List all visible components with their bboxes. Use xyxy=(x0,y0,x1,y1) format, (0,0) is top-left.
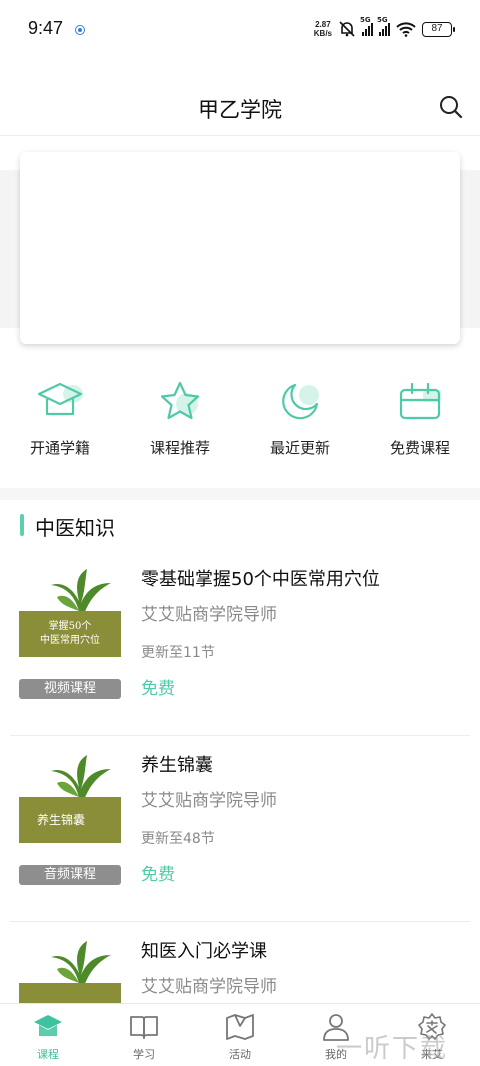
quick-entry-label: 开通学籍 xyxy=(29,439,90,457)
course-title: 知医入门必学课 xyxy=(141,941,267,962)
section-accent-bar xyxy=(20,514,24,536)
moon-icon xyxy=(282,383,319,420)
graduation-cap-icon xyxy=(37,382,83,416)
nav-label: 活动 xyxy=(229,1048,251,1061)
status-indicators: 2.87 KB/s 5G 5G 87 xyxy=(314,16,455,40)
section-separator xyxy=(0,488,480,500)
course-thumbnail xyxy=(19,939,121,1003)
signal-1-tag: 5G xyxy=(360,16,371,24)
signal-2-icon: 5G xyxy=(377,16,390,36)
section-title: 中医知识 xyxy=(35,516,115,540)
quick-entry-recommend[interactable]: 课程推荐 xyxy=(120,378,240,474)
map-icon xyxy=(226,1014,254,1040)
mute-bell-icon xyxy=(339,21,355,37)
network-speed-value: 2.87 xyxy=(315,20,331,29)
course-author: 艾艾贴商学院导师 xyxy=(141,791,277,811)
course-price: 免费 xyxy=(141,679,175,699)
nav-item-courses[interactable]: 课程 xyxy=(0,1004,96,1066)
course-update-status: 更新至11节 xyxy=(141,645,215,661)
signal-2-tag: 5G xyxy=(377,16,388,24)
course-author: 艾艾贴商学院导师 xyxy=(141,977,277,997)
course-title: 养生锦囊 xyxy=(141,755,213,776)
course-update-status: 更新至48节 xyxy=(141,831,215,847)
thumbnail-caption-line: 养生锦囊 xyxy=(37,813,86,827)
quick-entry-label: 免费课程 xyxy=(389,439,450,457)
course-price: 免费 xyxy=(141,865,175,885)
quick-entry-recent[interactable]: 最近更新 xyxy=(240,378,360,474)
course-author: 艾艾贴商学院导师 xyxy=(141,605,277,625)
course-title: 零基础掌握50个中医常用穴位 xyxy=(141,569,380,590)
thumbnail-caption: 养生锦囊 xyxy=(19,797,121,843)
course-card[interactable]: 掌握50个 中医常用穴位 视频课程 零基础掌握50个中医常用穴位 艾艾贴商学院导… xyxy=(0,551,480,736)
course-type-badge: 音频课程 xyxy=(19,865,121,885)
network-speed: 2.87 KB/s xyxy=(314,20,332,38)
divider xyxy=(10,735,470,736)
calendar-icon xyxy=(399,382,441,420)
battery-indicator: 87 xyxy=(422,21,455,37)
wifi-icon xyxy=(396,22,416,37)
quick-entry-free[interactable]: 免费课程 xyxy=(360,378,480,474)
watermark-text: 一听下载 xyxy=(336,1034,449,1064)
book-icon xyxy=(130,1016,158,1039)
nav-item-study[interactable]: 学习 xyxy=(96,1004,192,1066)
star-icon xyxy=(160,381,200,420)
app-header: 甲乙学院 xyxy=(0,80,480,136)
quick-entry-label: 最近更新 xyxy=(269,439,330,457)
course-card[interactable]: 养生锦囊 音频课程 养生锦囊 艾艾贴商学院导师 更新至48节 免费 xyxy=(0,737,480,922)
course-thumbnail: 养生锦囊 xyxy=(19,753,121,861)
course-thumbnail: 掌握50个 中医常用穴位 xyxy=(19,567,121,675)
thumbnail-caption-line: 中医常用穴位 xyxy=(40,635,100,646)
thumbnail-caption-line: 掌握50个 xyxy=(48,621,92,632)
nav-label: 学习 xyxy=(133,1048,155,1061)
quick-entries: 开通学籍 课程推荐 最近更新 免费课程 xyxy=(0,378,480,474)
page-title: 甲乙学院 xyxy=(198,98,282,122)
nav-item-activity[interactable]: 活动 xyxy=(192,1004,288,1066)
network-speed-unit: KB/s xyxy=(313,29,332,38)
course-card[interactable]: 知医入门必学课 艾艾贴商学院导师 xyxy=(0,923,480,1003)
search-icon[interactable] xyxy=(438,94,464,120)
course-type-badge: 视频课程 xyxy=(19,679,121,699)
status-time: 9:47 xyxy=(28,18,64,38)
divider xyxy=(10,921,470,922)
graduation-cap-icon xyxy=(34,1015,62,1036)
signal-1-icon: 5G xyxy=(360,16,373,36)
banner-card[interactable] xyxy=(20,152,460,344)
nav-label: 课程 xyxy=(37,1048,59,1061)
quick-entry-enroll[interactable]: 开通学籍 xyxy=(0,378,120,474)
notification-dot-icon xyxy=(76,26,84,34)
thumbnail-caption: 掌握50个 中医常用穴位 xyxy=(19,611,121,657)
quick-entry-label: 课程推荐 xyxy=(149,439,210,457)
status-bar: 9:47 2.87 KB/s 5G 5G 87 xyxy=(0,0,480,60)
thumbnail-caption xyxy=(19,983,121,1003)
